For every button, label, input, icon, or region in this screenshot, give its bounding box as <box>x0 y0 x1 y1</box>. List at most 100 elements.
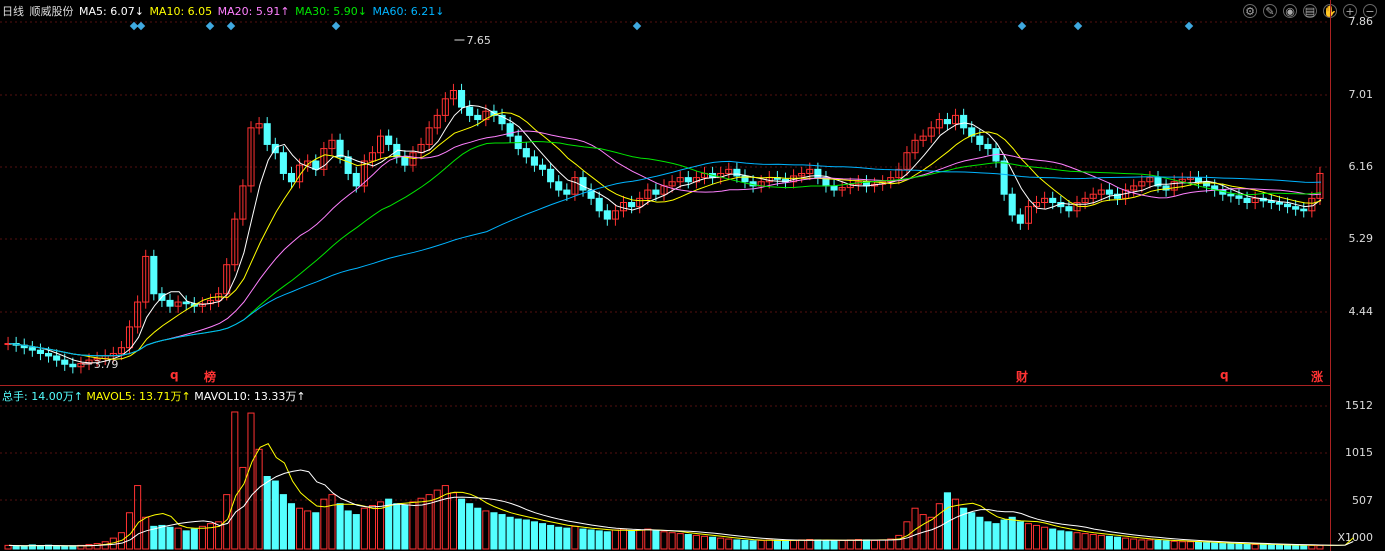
volume-bar <box>352 514 360 550</box>
volume-bar <box>619 528 628 550</box>
candle-body <box>547 168 555 183</box>
diamond-marker <box>632 21 642 31</box>
volume-bar <box>134 485 142 550</box>
volume-bar <box>757 539 765 550</box>
volume-bar <box>174 527 182 550</box>
candle-body <box>830 185 838 191</box>
volume-bar <box>263 476 271 550</box>
volume-bar <box>271 480 279 550</box>
volume-bar <box>830 540 838 550</box>
volume-bar <box>530 521 538 550</box>
volume-bar <box>466 503 474 550</box>
volume-bar <box>198 525 206 550</box>
volume-bar <box>603 531 611 550</box>
volume-bar <box>344 510 352 550</box>
candle-body <box>1275 202 1284 205</box>
volume-bar <box>1170 540 1178 550</box>
pane-divider <box>0 385 1331 386</box>
candle-body <box>352 172 360 187</box>
volume-bar <box>393 503 401 550</box>
candle-body <box>595 197 603 212</box>
volume-bar <box>636 529 644 550</box>
volume-bar <box>717 537 725 550</box>
ma60-line <box>8 160 1322 357</box>
candle-body <box>976 135 984 145</box>
candle-body <box>555 181 563 191</box>
candle-body <box>36 349 44 354</box>
volume-bar <box>409 501 417 550</box>
candle-body <box>530 156 538 166</box>
volume-bar <box>247 412 255 550</box>
volume-bar <box>571 525 579 550</box>
volume-bar <box>871 539 879 550</box>
volume-bar <box>1292 544 1300 550</box>
volume-bar <box>1211 542 1219 550</box>
volume-bar <box>968 512 976 550</box>
ma5-line <box>8 104 1322 364</box>
volume-bar <box>668 532 676 550</box>
volume-bar <box>749 540 757 550</box>
diamond-marker <box>1017 21 1027 31</box>
axis-divider <box>1330 0 1331 551</box>
low-label: 3.79 <box>94 358 119 371</box>
mavol10-line <box>8 469 1354 547</box>
volume-bar <box>449 492 457 550</box>
candle-body <box>733 168 741 177</box>
volume-bar <box>166 526 174 550</box>
candle-body <box>474 114 482 121</box>
volume-bar <box>1049 528 1057 550</box>
candle-body <box>603 210 611 220</box>
candle-body <box>506 123 514 137</box>
candle-body <box>312 160 320 170</box>
candle-body <box>466 106 474 116</box>
volume-bar <box>1219 543 1227 550</box>
volume-bar <box>417 497 425 550</box>
volume-bar <box>1081 533 1089 550</box>
volume-bar <box>660 531 668 550</box>
volume-bar <box>628 530 636 550</box>
candle-body <box>344 156 352 174</box>
volume-bar <box>1251 543 1259 550</box>
candle-body <box>385 135 393 145</box>
volume-bar <box>1057 530 1065 550</box>
volume-bar <box>53 545 61 550</box>
volume-bar <box>1162 540 1170 550</box>
volume-bar <box>142 516 150 550</box>
volume-bar <box>490 512 498 550</box>
volume-bar <box>806 538 814 550</box>
candle-body <box>1235 195 1243 199</box>
candle-body <box>1194 177 1203 183</box>
diamond-marker <box>1073 21 1083 31</box>
volume-bar <box>287 503 296 550</box>
volume-bar <box>976 516 984 550</box>
candle-body <box>984 143 992 150</box>
volume-bar <box>798 539 806 550</box>
volume-bar <box>765 539 773 550</box>
candle-body <box>1300 208 1308 212</box>
volume-bar <box>1178 541 1186 550</box>
volume-bar <box>457 498 466 550</box>
volume-bar <box>927 516 935 550</box>
candle-body <box>1292 206 1300 210</box>
volume-bar <box>61 545 69 550</box>
volume-bar <box>296 507 304 550</box>
volume-bar <box>563 527 571 550</box>
volume-bar <box>1065 531 1073 550</box>
volume-bar <box>1284 544 1292 550</box>
volume-bar <box>93 543 101 550</box>
candle-body <box>1000 160 1008 195</box>
volume-bar <box>692 534 700 550</box>
volume-bar <box>1308 544 1316 550</box>
volume-bar <box>1138 539 1146 550</box>
candle-body <box>279 152 287 174</box>
volume-bar <box>709 536 717 550</box>
volume-bar <box>279 494 287 550</box>
candle-body <box>628 202 636 208</box>
candle-body <box>522 148 530 158</box>
candle-body <box>1065 206 1073 212</box>
volume-bar <box>895 534 903 550</box>
volume-bar <box>1041 526 1049 550</box>
volume-bar <box>1194 541 1203 550</box>
stock-chart[interactable]: 7.65 3.79 <box>0 0 1385 551</box>
candle-body <box>1243 197 1251 204</box>
